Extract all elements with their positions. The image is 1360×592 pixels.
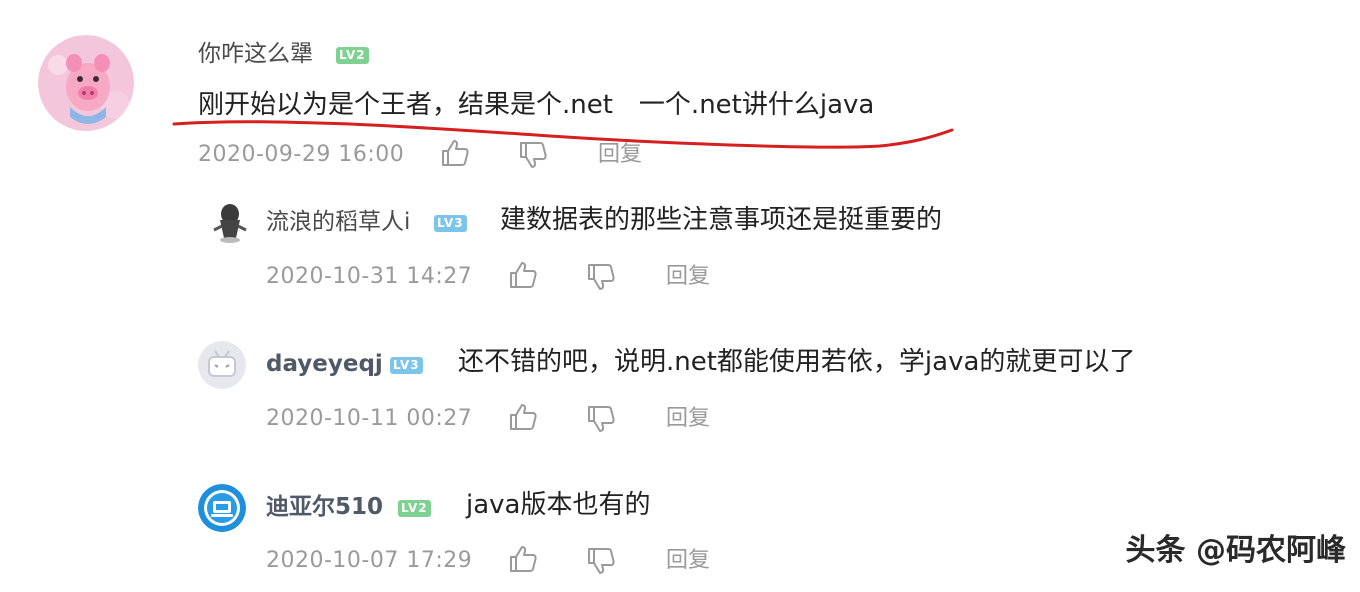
like-icon[interactable] <box>440 138 470 168</box>
level-badge: LV2 <box>336 47 369 64</box>
comment-username[interactable]: dayeyeqj <box>266 353 383 376</box>
avatar-tv-robot[interactable] <box>198 341 246 389</box>
like-icon[interactable] <box>508 544 538 574</box>
comment-username[interactable]: 迪亚尔510 <box>266 496 383 519</box>
comment-text: 建数据表的那些注意事项还是挺重要的 <box>500 205 943 235</box>
reply-button[interactable]: 回复 <box>666 408 710 430</box>
dislike-icon[interactable] <box>586 546 616 576</box>
reply-button[interactable]: 回复 <box>666 266 710 288</box>
comment-time: 2020-09-29 16:00 <box>198 142 405 167</box>
level-badge: LV3 <box>434 215 467 232</box>
dislike-icon[interactable] <box>586 262 616 292</box>
like-icon[interactable] <box>508 260 538 290</box>
comment-time: 2020-10-31 14:27 <box>266 264 473 289</box>
level-badge: LV2 <box>398 500 431 517</box>
reply-button[interactable]: 回复 <box>666 550 710 572</box>
comment-time: 2020-10-07 17:29 <box>266 548 473 573</box>
comment-text: java版本也有的 <box>466 490 651 520</box>
avatar-scarecrow[interactable] <box>208 200 252 244</box>
dislike-icon[interactable] <box>518 140 548 170</box>
avatar-blue-badge[interactable] <box>198 484 246 532</box>
like-icon[interactable] <box>508 402 538 432</box>
reply-button[interactable]: 回复 <box>598 144 642 166</box>
watermark: 头条 @码农阿峰 <box>1125 533 1346 568</box>
avatar-pig[interactable] <box>38 35 134 131</box>
comment-text: 还不错的吧，说明.net都能使用若依，学java的就更可以了 <box>458 347 1136 377</box>
comment-text: 刚开始以为是个王者，结果是个.net 一个.net讲什么java <box>198 90 875 120</box>
comment-section: 你咋这么犟 LV2 刚开始以为是个王者，结果是个.net 一个.net讲什么ja… <box>0 0 1360 592</box>
comment-username[interactable]: 你咋这么犟 <box>198 43 313 66</box>
comment-username[interactable]: 流浪的稻草人i <box>266 211 410 234</box>
dislike-icon[interactable] <box>586 404 616 434</box>
comment-time: 2020-10-11 00:27 <box>266 406 473 431</box>
level-badge: LV3 <box>390 357 423 374</box>
